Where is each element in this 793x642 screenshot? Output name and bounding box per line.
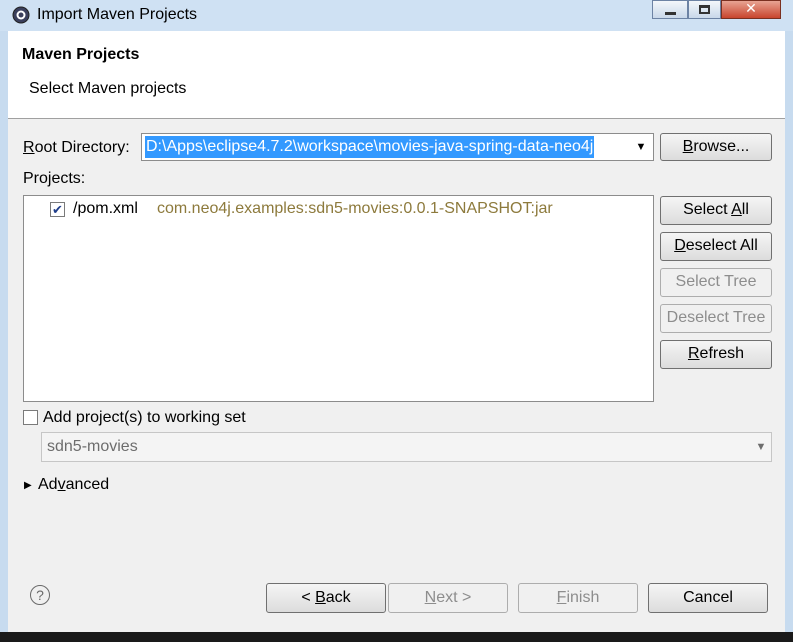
refresh-button[interactable]: Refresh <box>660 340 772 369</box>
page-title: Maven Projects <box>22 46 140 63</box>
chevron-down-icon[interactable]: ▼ <box>750 432 772 462</box>
deselect-all-button[interactable]: Deselect All <box>660 232 772 261</box>
eclipse-app-icon <box>12 6 30 24</box>
browse-button[interactable]: Browse... <box>660 133 772 161</box>
maximize-button[interactable] <box>688 0 721 19</box>
project-path[interactable]: /pom.xml <box>73 200 138 218</box>
chevron-down-icon[interactable]: ▼ <box>630 136 652 158</box>
close-icon: ✕ <box>745 1 757 17</box>
window-frame-left <box>0 31 8 642</box>
projects-list[interactable] <box>23 195 654 402</box>
project-checkbox[interactable]: ✔ <box>50 202 65 217</box>
window-frame-right <box>785 31 793 642</box>
window-title: Import Maven Projects <box>37 6 198 23</box>
working-set-value: sdn5-movies <box>47 438 138 455</box>
root-directory-label: Root Directory: <box>23 139 130 156</box>
select-tree-button[interactable]: Select Tree <box>660 268 772 297</box>
finish-button[interactable]: Finish <box>518 583 638 613</box>
page-subtitle: Select Maven projects <box>29 80 187 97</box>
working-set-combo[interactable] <box>41 432 772 462</box>
expand-triangle-icon[interactable]: ▶ <box>24 480 32 491</box>
project-artifact: com.neo4j.examples:sdn5-movies:0.0.1-SNA… <box>157 200 553 217</box>
dialog-header <box>8 31 783 118</box>
minimize-button[interactable] <box>652 0 688 19</box>
minimize-icon <box>665 12 676 15</box>
select-all-button[interactable]: Select All <box>660 196 772 225</box>
next-button[interactable]: Next > <box>388 583 508 613</box>
projects-label: Projects: <box>23 170 86 187</box>
root-directory-value[interactable]: D:\Apps\eclipse4.7.2\workspace\movies-ja… <box>145 136 595 158</box>
working-set-checkbox[interactable] <box>23 410 38 425</box>
close-button[interactable]: ✕ <box>721 0 781 19</box>
working-set-label[interactable]: Add project(s) to working set <box>43 409 246 427</box>
background-strip <box>0 632 793 642</box>
help-icon[interactable]: ? <box>30 585 50 605</box>
deselect-tree-button[interactable]: Deselect Tree <box>660 304 772 333</box>
cancel-button[interactable]: Cancel <box>648 583 768 613</box>
advanced-toggle[interactable]: Advanced <box>38 476 109 494</box>
maximize-icon <box>699 5 710 14</box>
back-button[interactable]: < Back <box>266 583 386 613</box>
